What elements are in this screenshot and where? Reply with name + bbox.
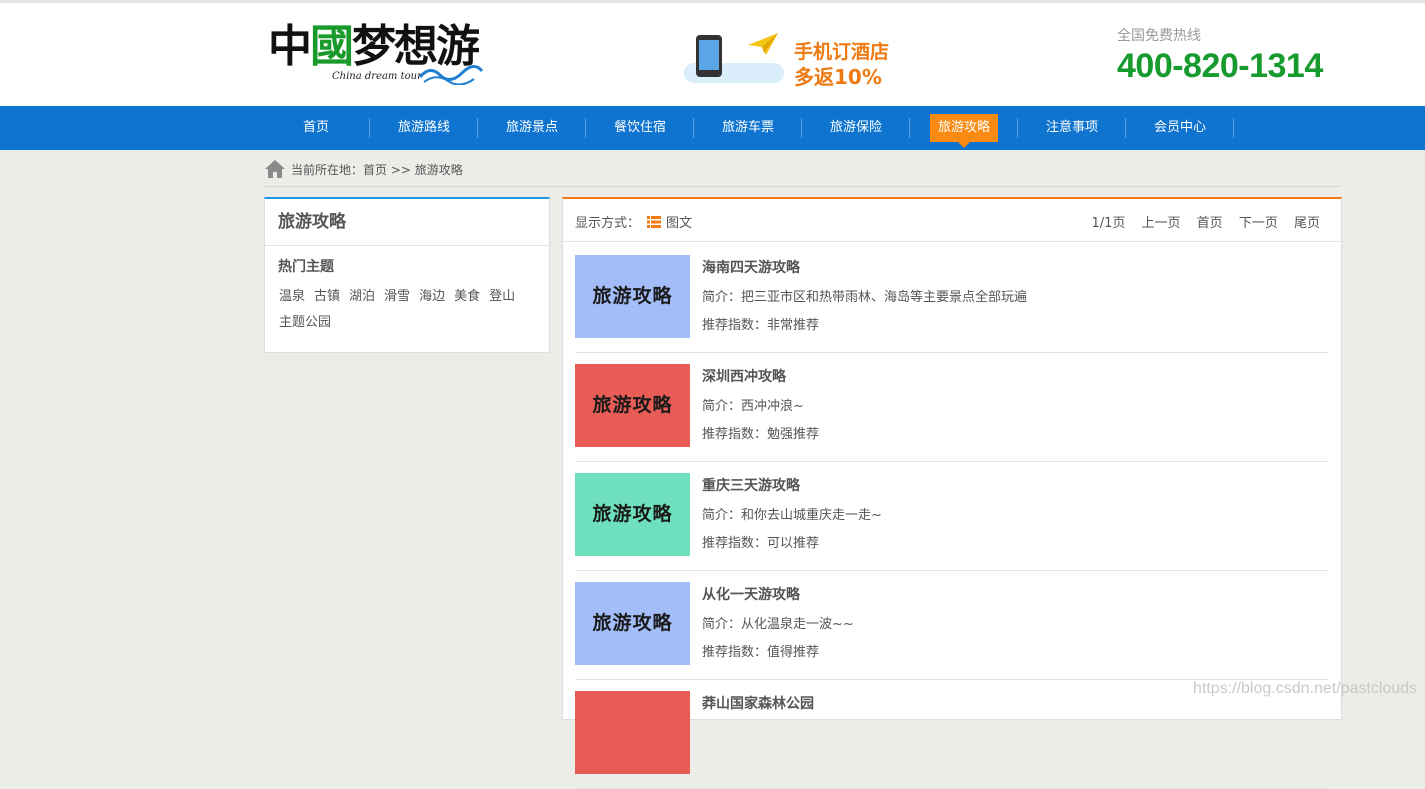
home-icon[interactable] — [264, 158, 286, 180]
main-nav: 首页 旅游路线 旅游景点 餐饮住宿 旅游车票 旅游保险 旅游攻略 注意事项 会员中心 — [0, 106, 1425, 150]
article-intro: 简介：和你去山城重庆走一走~ — [702, 508, 882, 523]
nav-item-label: 旅游车票 — [721, 120, 774, 135]
article-intro: 简介：西冲冲浪~ — [702, 399, 804, 414]
article-item: 旅游攻略 海南四天游攻略简介：把三亚市区和热带雨林、海岛等主要景点全部玩遍 推荐指数… — [575, 243, 1328, 353]
topic-tags: 温泉 古镇 湖泊 滑雪 海边 美食 登山主题公园 — [265, 276, 549, 336]
list-toolbar: 显示方式： 图文 1/1页 上一页 首页 下一页 尾页 — [563, 199, 1341, 242]
article-item: 旅游攻略 深圳西冲攻略简介：西冲冲浪~ 推荐指数：勉强推荐 — [575, 352, 1328, 462]
view-mode-label: 图文 — [666, 216, 693, 231]
article-rating: 推荐指数：非常推荐 — [702, 318, 820, 333]
topic-tag[interactable]: 主题公园 — [279, 310, 331, 336]
pagination: 1/1页 上一页 首页 下一页 尾页 — [1091, 212, 1320, 231]
article-title[interactable]: 莽山国家森林公园 — [702, 693, 814, 713]
promo-line-1: 手机订酒店 — [794, 41, 890, 63]
topic-tag[interactable]: 湖泊 — [349, 284, 375, 310]
nav-separator — [1233, 118, 1234, 138]
breadcrumb: 当前所在地：首页 >> 旅游攻略 — [264, 156, 1341, 187]
prev-page-link[interactable]: 上一页 — [1142, 216, 1181, 231]
sidebar-title: 旅游攻略 — [265, 199, 549, 246]
breadcrumb-text: 当前所在地：首页 >> 旅游攻略 — [291, 163, 463, 177]
article-rating: 推荐指数：可以推荐 — [702, 536, 820, 551]
nav-item-label: 旅游景点 — [505, 120, 558, 135]
topic-tag[interactable]: 温泉 — [279, 284, 305, 310]
topic-tag[interactable]: 古镇 — [314, 284, 340, 310]
nav-item-4[interactable]: 餐饮住宿 — [586, 106, 694, 150]
topic-tag[interactable]: 登山 — [489, 284, 515, 310]
nav-item-label: 会员中心 — [1153, 120, 1206, 135]
nav-item-5[interactable]: 旅游车票 — [694, 106, 802, 150]
page-info: 1/1页 — [1091, 216, 1126, 231]
nav-item-2[interactable]: 旅游路线 — [370, 106, 478, 150]
last-page-link[interactable]: 尾页 — [1294, 216, 1320, 231]
article-rating: 推荐指数：值得推荐 — [702, 645, 820, 660]
nav-item-3[interactable]: 旅游景点 — [478, 106, 586, 150]
hotline-number: 400-820-1314 — [1117, 47, 1323, 85]
nav-item-7[interactable]: 旅游攻略 — [910, 106, 1018, 150]
article-item: 旅游攻略 重庆三天游攻略简介：和你去山城重庆走一走~ 推荐指数：可以推荐 — [575, 461, 1328, 571]
article-title[interactable]: 海南四天游攻略 — [702, 257, 800, 277]
article-list-panel: 显示方式： 图文 1/1页 上一页 首页 下一页 尾页 旅游攻略 海南四天游攻略简… — [562, 197, 1342, 789]
topic-tag[interactable]: 美食 — [454, 284, 480, 310]
sidebar: 旅游攻略 热门主题 温泉 古镇 湖泊 滑雪 海边 美食 登山主题公园 — [264, 197, 550, 353]
hotline-label: 全国免费热线 — [1117, 28, 1201, 44]
nav-item-9[interactable]: 会员中心 — [1126, 106, 1234, 150]
nav-item-1[interactable]: 首页 — [262, 106, 370, 150]
first-page-link[interactable]: 首页 — [1197, 216, 1223, 231]
article-title[interactable]: 重庆三天游攻略 — [702, 475, 800, 495]
article-thumbnail[interactable]: 旅游攻略 — [575, 582, 690, 665]
article-title[interactable]: 从化一天游攻略 — [702, 584, 800, 604]
nav-item-label: 餐饮住宿 — [613, 120, 666, 135]
nav-item-label: 旅游攻略 — [929, 114, 998, 148]
sidebar-subtitle: 热门主题 — [278, 259, 334, 275]
watermark: https://blog.csdn.net/pastclouds — [1193, 680, 1418, 697]
view-mode-toggle[interactable]: 图文 — [647, 212, 692, 231]
nav-item-label: 注意事项 — [1045, 120, 1098, 135]
article-thumbnail[interactable] — [575, 691, 690, 774]
nav-item-label: 旅游保险 — [829, 120, 882, 135]
article-thumbnail[interactable]: 旅游攻略 — [575, 473, 690, 556]
article-item: 旅游攻略 从化一天游攻略简介：从化温泉走一波~~ 推荐指数：值得推荐 — [575, 570, 1328, 680]
display-mode-label: 显示方式： — [575, 216, 641, 231]
logo-subtitle: China dream tour — [332, 71, 422, 82]
hotline: 全国免费热线 400-820-1314 — [1117, 25, 1347, 86]
next-page-link[interactable]: 下一页 — [1239, 216, 1278, 231]
article-title[interactable]: 深圳西冲攻略 — [702, 366, 786, 386]
article-intro: 简介：从化温泉走一波~~ — [702, 617, 854, 632]
article-rating: 推荐指数：勉强推荐 — [702, 427, 820, 442]
nav-item-label: 旅游路线 — [397, 120, 450, 135]
nav-item-6[interactable]: 旅游保险 — [802, 106, 910, 150]
topic-tag[interactable]: 海边 — [419, 284, 445, 310]
article-intro: 简介：把三亚市区和热带雨林、海岛等主要景点全部玩遍 — [702, 290, 1028, 305]
site-logo[interactable]: 中國梦想游 China dream tour — [268, 21, 488, 91]
article-thumbnail[interactable]: 旅游攻略 — [575, 364, 690, 447]
article-thumbnail[interactable]: 旅游攻略 — [575, 255, 690, 338]
site-header: 中國梦想游 China dream tour 手机订酒店 多返10% 全国免费热… — [0, 3, 1425, 106]
promo-line-2: 多返10% — [794, 65, 882, 89]
paper-plane-icon — [748, 33, 778, 55]
topic-tag[interactable]: 滑雪 — [384, 284, 410, 310]
mobile-hotel-promo[interactable]: 手机订酒店 多返10% — [684, 29, 914, 89]
nav-item-8[interactable]: 注意事项 — [1018, 106, 1126, 150]
nav-item-label: 首页 — [302, 120, 329, 135]
list-icon — [647, 216, 661, 228]
wave-icon — [418, 65, 484, 85]
phone-icon — [696, 35, 722, 77]
